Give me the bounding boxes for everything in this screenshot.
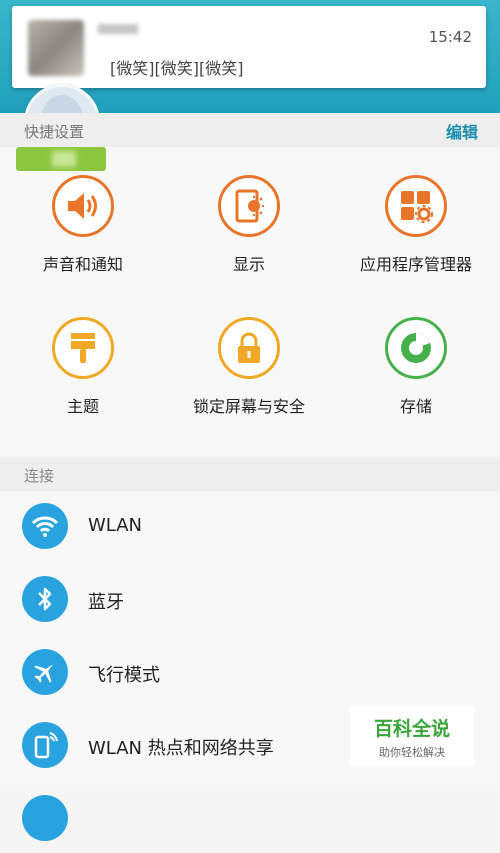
watermark-subtitle: 助你轻松解决 (379, 746, 445, 759)
notification-card[interactable]: [微笑][微笑][微笑] 15:42 (12, 6, 486, 88)
notification-message: [微笑][微笑][微笑] (110, 59, 244, 78)
brush-icon (52, 317, 114, 379)
settings-grid: 声音和通知 显示 应用程序管理器 主题 锁定屏幕与安全 存储 (0, 147, 500, 457)
partial-list-icon (22, 795, 68, 841)
grid-item-apps[interactable]: 应用程序管理器 (333, 175, 499, 275)
grid-item-lock[interactable]: 锁定屏幕与安全 (166, 317, 332, 417)
grid-item-storage[interactable]: 存储 (333, 317, 499, 417)
wifi-icon (22, 503, 68, 549)
watermark-logo: 百科全说 助你轻松解决 (350, 706, 474, 766)
green-indicator-pill (16, 147, 106, 171)
lock-icon (218, 317, 280, 379)
sound-icon (52, 175, 114, 237)
notification-sender-blurred (98, 24, 138, 34)
grid-item-sound[interactable]: 声音和通知 (0, 175, 166, 275)
list-item-airplane[interactable]: 飞行模式 (0, 637, 500, 707)
list-item-bluetooth[interactable]: 蓝牙 (0, 564, 500, 634)
hotspot-phone-icon (22, 722, 68, 768)
list-item-wlan[interactable]: WLAN (0, 491, 500, 561)
display-icon (218, 175, 280, 237)
quick-settings-header: 快捷设置 编辑 (0, 113, 500, 147)
apps-grid-icon (385, 175, 447, 237)
connections-section-header: 连接 (0, 457, 500, 491)
list-label-hotspot: WLAN 热点和网络共享 (88, 738, 274, 759)
storage-pie-icon (385, 317, 447, 379)
grid-item-display[interactable]: 显示 (166, 175, 332, 275)
list-item-partial[interactable] (0, 783, 500, 853)
notification-thumbnail (28, 20, 84, 76)
list-label-airplane: 飞行模式 (88, 665, 160, 686)
list-label-wlan: WLAN (88, 515, 143, 536)
grid-item-themes[interactable]: 主题 (0, 317, 166, 417)
watermark-title: 百科全说 (373, 718, 450, 740)
grid-label-display: 显示 (232, 255, 265, 274)
bluetooth-icon (22, 576, 68, 622)
grid-label-sound: 声音和通知 (42, 255, 123, 274)
connections-section-title: 连接 (24, 467, 55, 485)
grid-label-apps: 应用程序管理器 (359, 255, 472, 274)
grid-label-lock: 锁定屏幕与安全 (192, 397, 305, 416)
edit-button[interactable]: 编辑 (446, 119, 478, 143)
grid-label-storage: 存储 (399, 397, 432, 416)
grid-label-themes: 主题 (66, 397, 99, 416)
quick-settings-title: 快捷设置 (24, 123, 85, 141)
notification-time: 15:42 (428, 28, 472, 46)
list-label-bluetooth: 蓝牙 (88, 592, 124, 613)
airplane-icon (22, 649, 68, 695)
green-indicator-highlight (52, 151, 76, 167)
